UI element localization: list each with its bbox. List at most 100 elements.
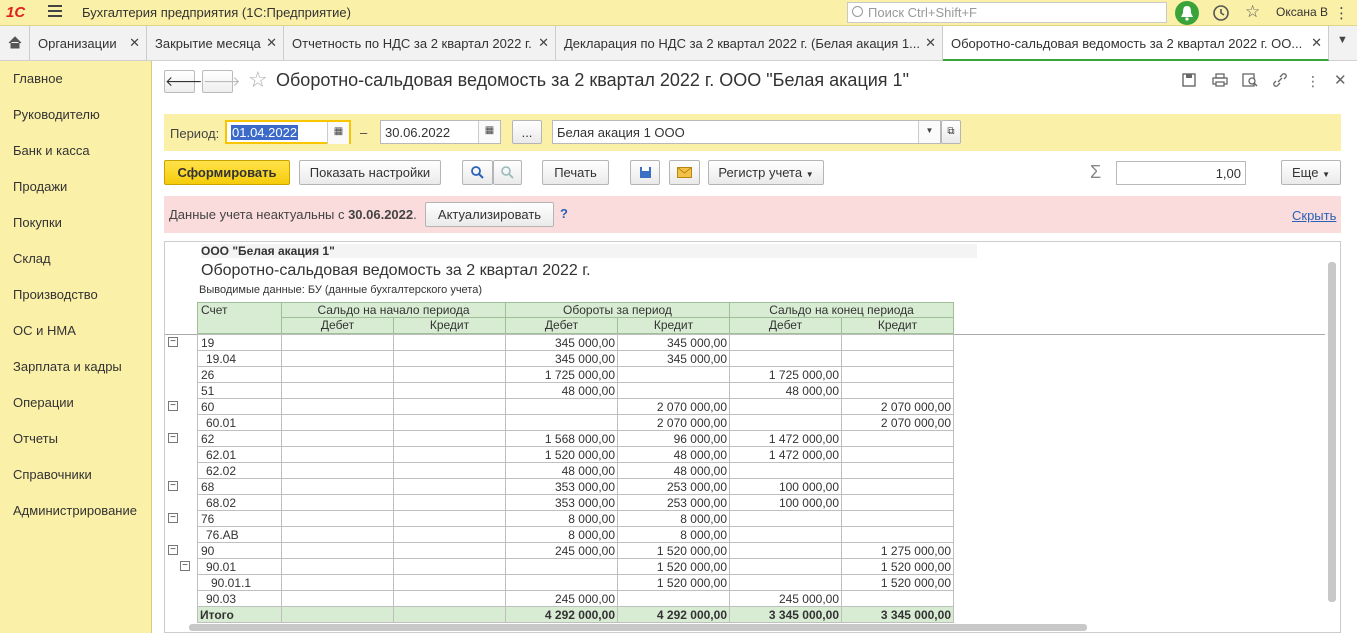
table-row[interactable]: 90.01.1 1 520 000,00 1 520 000,00 — [197, 574, 954, 591]
amount-cell: 2 070 000,00 — [841, 414, 954, 431]
collapse-group-icon[interactable]: − — [168, 513, 178, 523]
report-spreadsheet[interactable]: ООО "Белая акация 1" Оборотно-сальдовая … — [164, 241, 1341, 633]
vertical-scrollbar[interactable] — [1328, 262, 1336, 602]
search-input[interactable]: Поиск Ctrl+Shift+F — [847, 2, 1167, 23]
close-icon[interactable]: ✕ — [266, 35, 277, 51]
collapse-group-icon[interactable]: − — [168, 337, 178, 347]
user-name[interactable]: Оксана В — [1276, 5, 1328, 19]
amount-cell — [729, 462, 842, 479]
open-organization-icon[interactable]: ⧉ — [941, 120, 961, 144]
sidebar-item-reports[interactable]: Отчеты — [13, 431, 58, 446]
col-close-balance-header: Сальдо на конец периода — [729, 302, 954, 318]
tab-list-dropdown-icon[interactable]: ▼ — [1337, 34, 1348, 46]
table-row[interactable]: 62 1 568 000,00 96 000,00 1 472 000,00 — [197, 430, 954, 447]
sidebar-item-sales[interactable]: Продажи — [13, 179, 67, 194]
hide-link[interactable]: Скрыть — [1292, 208, 1336, 223]
sidebar-item-manager[interactable]: Руководителю — [13, 107, 100, 122]
collapse-group-icon[interactable]: − — [180, 561, 190, 571]
table-row[interactable]: 90.01 1 520 000,00 1 520 000,00 — [197, 558, 954, 575]
table-row[interactable]: 26 1 725 000,00 1 725 000,00 — [197, 366, 954, 383]
generate-button[interactable]: Сформировать — [164, 160, 290, 185]
amount-cell — [281, 334, 394, 351]
sidebar-item-payroll[interactable]: Зарплата и кадры — [13, 359, 122, 374]
sidebar-item-main[interactable]: Главное — [13, 71, 63, 86]
sidebar-item-production[interactable]: Производство — [13, 287, 98, 302]
find-next-button[interactable] — [493, 160, 522, 185]
table-row[interactable]: 19.04 345 000,00 345 000,00 — [197, 350, 954, 367]
history-icon[interactable] — [1212, 4, 1230, 25]
notifications-bell-icon[interactable] — [1175, 1, 1199, 25]
collapse-group-icon[interactable]: − — [168, 401, 178, 411]
help-icon[interactable]: ? — [560, 206, 568, 221]
accounting-register-button[interactable]: Регистр учета ▼ — [708, 160, 824, 185]
more-menu-icon[interactable]: ⋮ — [1334, 4, 1349, 22]
show-settings-button[interactable]: Показать настройки — [299, 160, 441, 185]
save-icon[interactable] — [1182, 73, 1196, 90]
collapse-group-icon[interactable]: − — [168, 433, 178, 443]
amount-cell — [841, 526, 954, 543]
close-icon[interactable]: ✕ — [129, 35, 140, 51]
tab-balance-sheet[interactable]: Оборотно-сальдовая ведомость за 2 кварта… — [943, 26, 1329, 61]
home-icon[interactable] — [0, 26, 30, 60]
amount-cell — [281, 510, 394, 527]
sidebar-item-catalogs[interactable]: Справочники — [13, 467, 92, 482]
tab-vat-reporting[interactable]: Отчетность по НДС за 2 квартал 2022 г. ✕ — [284, 26, 556, 60]
find-button[interactable] — [462, 160, 493, 185]
tab-organizations[interactable]: Организации ✕ — [30, 26, 147, 60]
calendar-icon[interactable]: ▦ — [478, 121, 500, 143]
table-row[interactable]: 62.01 1 520 000,00 48 000,00 1 472 000,00 — [197, 446, 954, 463]
table-row[interactable]: 68 353 000,00 253 000,00 100 000,00 — [197, 478, 954, 495]
period-to-field[interactable]: 30.06.2022 ▦ — [380, 120, 501, 144]
print-icon[interactable] — [1212, 73, 1228, 90]
sidebar-item-warehouse[interactable]: Склад — [13, 251, 51, 266]
close-icon[interactable]: ✕ — [1311, 35, 1322, 51]
table-row[interactable]: 90.03 245 000,00 245 000,00 — [197, 590, 954, 607]
sum-icon: Σ — [1090, 162, 1102, 182]
amount-cell: 48 000,00 — [505, 462, 618, 479]
table-row[interactable]: 60 2 070 000,00 2 070 000,00 — [197, 398, 954, 415]
period-from-field[interactable]: 01.04.2022 ▦ — [225, 120, 351, 144]
forward-button[interactable]: 🡒 — [202, 70, 241, 93]
organization-field[interactable]: Белая акация 1 ООО ▼ — [552, 120, 941, 144]
favorites-star-icon[interactable]: ☆ — [1245, 2, 1260, 22]
sidebar-item-purchases[interactable]: Покупки — [13, 215, 62, 230]
table-row[interactable]: 68.02 353 000,00 253 000,00 100 000,00 — [197, 494, 954, 511]
table-row[interactable]: 51 48 000,00 48 000,00 — [197, 382, 954, 399]
favorite-star-icon[interactable]: ☆ — [248, 67, 268, 93]
more-actions-icon[interactable]: ⋮ — [1306, 73, 1320, 90]
amount-cell: 1 472 000,00 — [729, 430, 842, 447]
collapse-group-icon[interactable]: − — [168, 545, 178, 555]
preview-icon[interactable] — [1242, 73, 1258, 90]
table-row[interactable]: 62.02 48 000,00 48 000,00 — [197, 462, 954, 479]
sum-field[interactable]: 1,00 — [1116, 161, 1246, 185]
save-report-button[interactable] — [630, 160, 660, 185]
table-row[interactable]: 90 245 000,00 1 520 000,00 1 275 000,00 — [197, 542, 954, 559]
calendar-icon[interactable]: ▦ — [327, 122, 349, 144]
table-row[interactable]: 19 345 000,00 345 000,00 — [197, 334, 954, 351]
chevron-down-icon[interactable]: ▼ — [918, 121, 940, 143]
close-form-icon[interactable]: ✕ — [1334, 71, 1347, 89]
back-button[interactable]: 🡐 — [164, 70, 203, 93]
more-button[interactable]: Еще ▼ — [1281, 160, 1341, 185]
sidebar-item-admin[interactable]: Администрирование — [13, 503, 137, 518]
amount-cell: 2 070 000,00 — [617, 414, 730, 431]
link-icon[interactable] — [1272, 73, 1288, 90]
period-select-button[interactable]: ... — [512, 120, 542, 144]
tab-month-close[interactable]: Закрытие месяца ✕ — [147, 26, 284, 60]
tab-vat-declaration[interactable]: Декларация по НДС за 2 квартал 2022 г. (… — [556, 26, 943, 60]
actualize-button[interactable]: Актуализировать — [425, 202, 554, 227]
main-menu-icon[interactable] — [48, 5, 62, 19]
sidebar-item-bank[interactable]: Банк и касса — [13, 143, 90, 158]
collapse-group-icon[interactable]: − — [168, 481, 178, 491]
table-row[interactable]: 60.01 2 070 000,00 2 070 000,00 — [197, 414, 954, 431]
sidebar-item-operations[interactable]: Операции — [13, 395, 74, 410]
close-icon[interactable]: ✕ — [538, 35, 549, 51]
email-button[interactable] — [669, 160, 700, 185]
print-button[interactable]: Печать — [542, 160, 609, 185]
table-row[interactable]: 76 8 000,00 8 000,00 — [197, 510, 954, 527]
horizontal-scrollbar[interactable] — [189, 624, 1087, 631]
col-credit-header: Кредит — [393, 317, 506, 334]
table-row[interactable]: 76.АВ 8 000,00 8 000,00 — [197, 526, 954, 543]
sidebar-item-fixed-assets[interactable]: ОС и НМА — [13, 323, 76, 338]
close-icon[interactable]: ✕ — [925, 35, 936, 51]
